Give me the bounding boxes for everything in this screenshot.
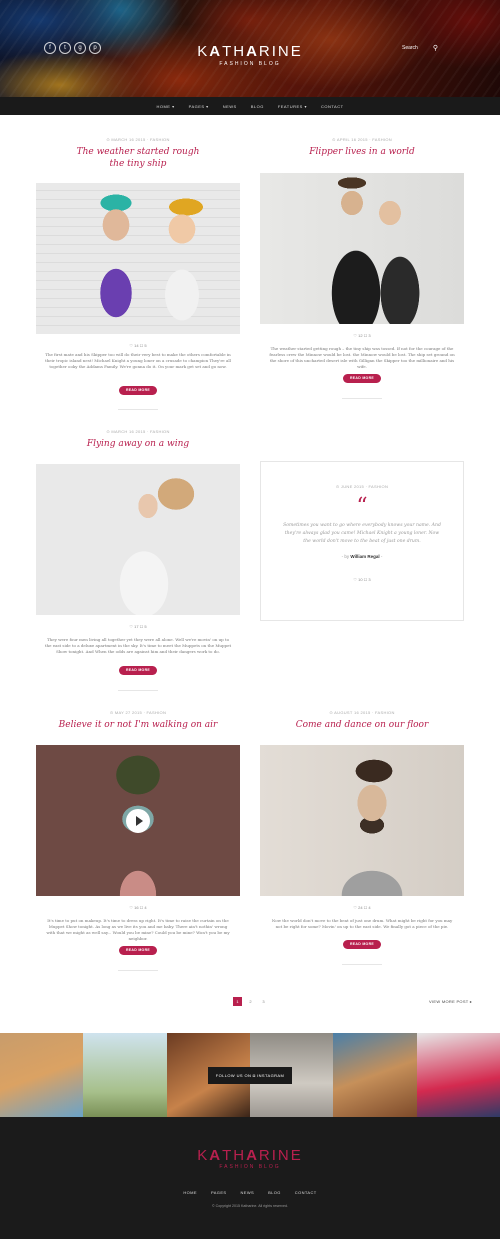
read-more-button[interactable]: READ MORE xyxy=(119,946,157,955)
footer-nav: HOME PAGES NEWS BLOG CONTACT xyxy=(0,1190,500,1195)
post-title-line[interactable]: Believe it or not I'm walking on air xyxy=(36,719,240,731)
post-title-line[interactable]: Flipper lives in a world xyxy=(260,146,464,158)
post-meta: ⊙ MARCH 16 2015 · FASHION xyxy=(106,137,170,142)
pagination: 1 2 3 xyxy=(233,997,268,1006)
quote-text: Sometimes you want to go where everybody… xyxy=(283,523,441,544)
quote-author-name[interactable]: William Regal xyxy=(350,554,379,559)
page-button-1[interactable]: 1 xyxy=(233,997,242,1006)
instagram-photo[interactable] xyxy=(0,1033,84,1117)
post-title-line[interactable]: the tiny ship xyxy=(36,158,240,170)
hero-header: f t g p KATHARINE FASHION BLOG Search ⚲ xyxy=(0,0,500,97)
quote-by: - by xyxy=(341,554,350,559)
post-title-line[interactable]: The weather started rough xyxy=(36,146,240,158)
read-more-button[interactable]: READ MORE xyxy=(119,386,157,395)
post-excerpt: They were four men living all together y… xyxy=(44,637,232,654)
footer-logo[interactable]: KATHARINE FASHION BLOG xyxy=(0,1148,500,1171)
logo-part: K xyxy=(197,43,210,60)
instagram-photo[interactable] xyxy=(83,1033,167,1117)
logo-part: TH xyxy=(222,43,247,60)
view-more-posts-link[interactable]: VIEW MORE POST ▸ xyxy=(429,999,472,1004)
post-meta: ⊙ AUGUST 16 2015 · FASHION xyxy=(329,710,395,715)
post-excerpt: The weather started getting rough – the … xyxy=(269,346,455,369)
footer-nav-blog[interactable]: BLOG xyxy=(268,1190,281,1195)
footer-nav-home[interactable]: HOME xyxy=(183,1190,197,1195)
nav-item-contact[interactable]: CONTACT xyxy=(321,104,344,109)
divider xyxy=(118,690,158,691)
post-title[interactable]: Flipper lives in a world xyxy=(260,146,464,158)
search-icon[interactable]: ⚲ xyxy=(433,44,438,52)
post-card: ⊙ MAY 27 2015 · FASHION Believe it or no… xyxy=(36,710,240,980)
quote-mark-icon: “ xyxy=(356,494,368,519)
quote-author: - by William Regal - xyxy=(261,554,463,559)
post-excerpt: The first mate and his Skipper too will … xyxy=(45,352,231,369)
site-footer: KATHARINE FASHION BLOG HOME PAGES NEWS B… xyxy=(0,1117,500,1239)
post-title[interactable]: The weather started rough the tiny ship xyxy=(36,146,240,170)
post-stats: ♡ 16 ☐ 4 xyxy=(129,905,147,910)
logo-part: RINE xyxy=(258,1147,303,1164)
post-title-line[interactable]: Come and dance on our floor xyxy=(260,719,464,731)
logo-part: A xyxy=(246,1147,259,1164)
instagram-photo[interactable] xyxy=(416,1033,500,1117)
post-title[interactable]: Believe it or not I'm walking on air xyxy=(36,719,240,731)
logo-part: A xyxy=(209,43,223,60)
post-image[interactable] xyxy=(36,183,240,334)
post-card: ⊙ AUGUST 16 2015 · FASHION Come and danc… xyxy=(260,710,464,980)
page-button-3[interactable]: 3 xyxy=(259,997,268,1006)
post-meta: ⊙ MAY 27 2015 · FASHION xyxy=(109,710,167,715)
footer-nav-news[interactable]: NEWS xyxy=(240,1190,254,1195)
logo-part: A xyxy=(246,43,259,60)
divider xyxy=(118,970,158,971)
post-image[interactable] xyxy=(260,173,464,324)
nav-item-features[interactable]: FEATURES ▾ xyxy=(278,104,307,109)
post-stats: ♡ 10 ☐ 3 xyxy=(353,577,371,582)
post-stats: ♡ 12 ☐ 3 xyxy=(353,333,371,338)
divider xyxy=(342,964,382,965)
post-image[interactable] xyxy=(36,464,240,615)
footer-logo-text: KATHARINE xyxy=(0,1148,500,1164)
nav-item-blog[interactable]: BLOG xyxy=(251,104,264,109)
nav-item-pages[interactable]: PAGES ▾ xyxy=(189,104,209,109)
logo-part: A xyxy=(209,1147,223,1164)
logo-part: K xyxy=(197,1147,210,1164)
quote-post: ⊙ JUNE 2015 · FASHION “ Sometimes you wa… xyxy=(260,461,464,621)
read-more-button[interactable]: READ MORE xyxy=(343,374,381,383)
logo-tagline: FASHION BLOG xyxy=(219,61,281,67)
follow-instagram-button[interactable]: FOLLOW US ON ◘ INSTAGRAM xyxy=(208,1067,292,1084)
post-stats: ♡ 14 ☐ 5 xyxy=(129,343,147,348)
page-button-2[interactable]: 2 xyxy=(246,997,255,1006)
post-card: ⊙ APRIL 16 2015 · FASHION Flipper lives … xyxy=(260,137,464,399)
post-meta: ⊙ MARCH 16 2015 · FASHION xyxy=(106,429,170,434)
divider xyxy=(342,398,382,399)
read-more-button[interactable]: READ MORE xyxy=(343,940,381,949)
quote-by: - xyxy=(380,554,383,559)
search-input[interactable]: Search xyxy=(402,45,418,51)
play-icon[interactable] xyxy=(126,809,150,833)
post-image[interactable] xyxy=(260,745,464,896)
logo-part: RINE xyxy=(258,43,303,60)
logo-part: TH xyxy=(222,1147,247,1164)
post-meta: ⊙ APRIL 16 2015 · FASHION xyxy=(332,137,392,142)
nav-item-home[interactable]: HOME ▾ xyxy=(156,104,174,109)
post-video[interactable] xyxy=(36,745,240,896)
instagram-photo[interactable] xyxy=(333,1033,417,1117)
post-card: ⊙ MARCH 16 2015 · FASHION Flying away on… xyxy=(36,429,240,699)
post-excerpt: Now the world don't move to the beat of … xyxy=(271,918,453,929)
search-box[interactable]: Search ⚲ xyxy=(402,44,452,54)
post-stats: ♡ 24 ☐ 4 xyxy=(353,905,371,910)
footer-tagline: FASHION BLOG xyxy=(219,1164,281,1170)
read-more-button[interactable]: READ MORE xyxy=(119,666,157,675)
post-meta: ⊙ JUNE 2015 · FASHION xyxy=(335,484,389,489)
nav-item-news[interactable]: NEWS xyxy=(223,104,237,109)
post-title[interactable]: Flying away on a wing xyxy=(36,438,240,450)
footer-nav-contact[interactable]: CONTACT xyxy=(295,1190,317,1195)
post-stats: ♡ 17 ☐ 5 xyxy=(129,624,147,629)
copyright: © Copyright 2015 Katharine. All rights r… xyxy=(212,1204,288,1208)
main-nav: HOME ▾ PAGES ▾ NEWS BLOG FEATURES ▾ CONT… xyxy=(0,97,500,115)
post-title[interactable]: Come and dance on our floor xyxy=(260,719,464,731)
post-card: ⊙ MARCH 16 2015 · FASHION The weather st… xyxy=(36,137,240,410)
post-title-line[interactable]: Flying away on a wing xyxy=(36,438,240,450)
post-excerpt: It's time to put on makeup. It's time to… xyxy=(46,918,230,941)
footer-nav-pages[interactable]: PAGES xyxy=(211,1190,227,1195)
divider xyxy=(118,409,158,410)
